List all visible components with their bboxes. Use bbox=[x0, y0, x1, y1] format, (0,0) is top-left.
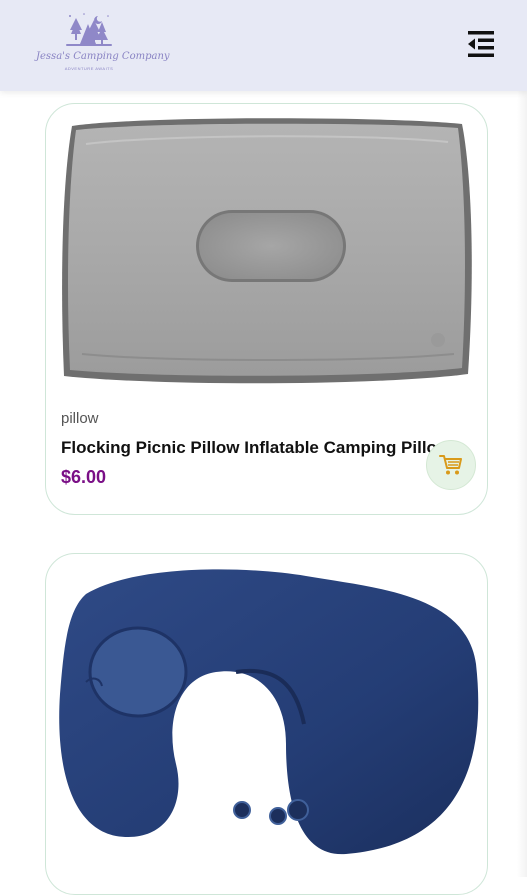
logo-text: Jessa's Camping Company bbox=[36, 51, 170, 62]
camping-logo-graphic bbox=[66, 13, 112, 46]
menu-collapse-icon bbox=[468, 31, 494, 57]
product-image-gray-pillow[interactable] bbox=[46, 104, 487, 404]
menu-button[interactable] bbox=[464, 28, 498, 62]
site-header: Jessa's Camping Company ADVENTURE AWAITS bbox=[0, 0, 527, 91]
brand-logo[interactable]: Jessa's Camping Company ADVENTURE AWAITS bbox=[36, 10, 170, 76]
product-card[interactable]: pillow Flocking Picnic Pillow Inflatable… bbox=[45, 103, 488, 515]
product-image-navy-neck-pillow[interactable] bbox=[46, 554, 487, 878]
product-price: $6.00 bbox=[61, 467, 107, 487]
product-title[interactable]: Flocking Picnic Pillow Inflatable Campin… bbox=[61, 438, 441, 458]
product-category: pillow bbox=[61, 410, 99, 427]
product-card[interactable] bbox=[45, 553, 488, 895]
shopping-cart-icon bbox=[439, 455, 462, 475]
add-to-cart-button[interactable] bbox=[426, 440, 476, 490]
scroll-edge-shadow bbox=[517, 91, 527, 877]
logo-tagline: ADVENTURE AWAITS bbox=[64, 66, 114, 71]
